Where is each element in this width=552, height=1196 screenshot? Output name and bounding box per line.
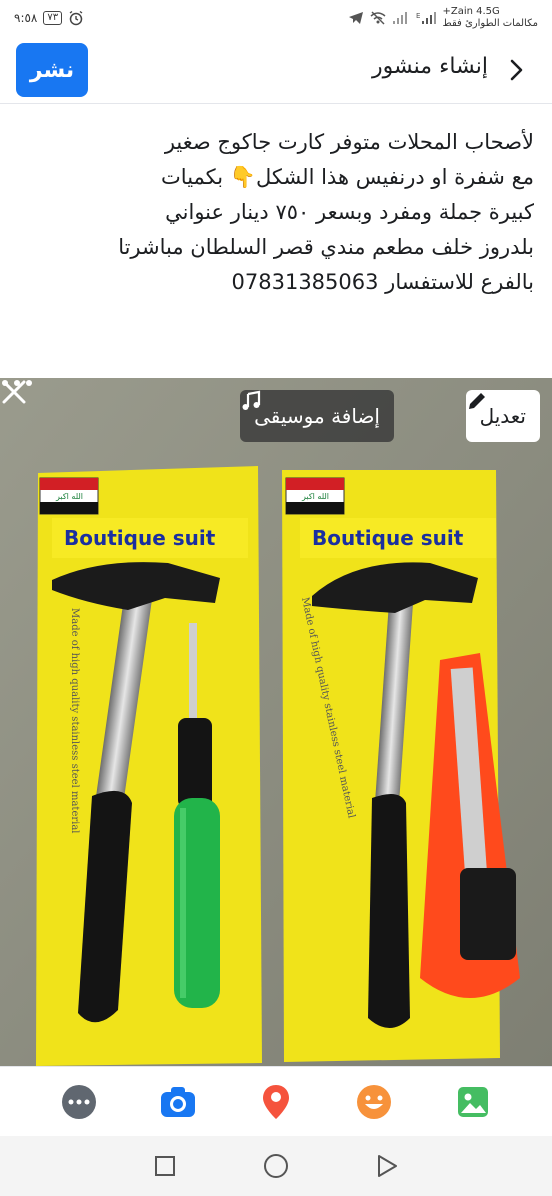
left-card-side-text: Made of high quality stainless steel mat… <box>69 608 80 834</box>
recents-icon[interactable] <box>153 1154 177 1178</box>
signal-e-icon: E <box>416 12 437 24</box>
back-arrow-icon[interactable] <box>502 56 530 84</box>
post-text-input[interactable]: لأصحاب المحلات متوفر كارت جاكوج صغير مع … <box>14 125 534 300</box>
music-label: إضافة موسيقى <box>254 404 380 428</box>
svg-text:الله اكبر: الله اكبر <box>301 492 329 501</box>
status-right: E Zain 4.5G+ مكالمات الطوارئ فقط <box>348 6 538 30</box>
post-line: مع شفرة او درنفيس هذا الشكل👇 بكميات <box>161 165 534 189</box>
camera-icon <box>160 1086 195 1117</box>
edit-button[interactable]: تعديل <box>465 390 540 442</box>
attached-photo[interactable]: الله اكبر Boutique suit Made of high qua… <box>0 378 552 1066</box>
left-card-brand: Boutique suit <box>64 526 216 550</box>
signal-icon <box>393 12 408 24</box>
product-photo: الله اكبر Boutique suit Made of high qua… <box>0 378 552 1066</box>
page-title: إنشاء منشور <box>372 54 488 79</box>
location-tool[interactable] <box>256 1082 296 1122</box>
telegram-icon <box>349 12 364 24</box>
status-time: ٩:٥٨ <box>14 11 38 25</box>
right-card-brand: Boutique suit <box>312 526 464 550</box>
home-icon[interactable] <box>262 1152 290 1180</box>
more-tool[interactable] <box>59 1082 99 1122</box>
close-icon[interactable] <box>0 378 28 406</box>
back-icon[interactable] <box>375 1153 399 1179</box>
music-note-icon <box>242 390 261 410</box>
app-root: ٩:٥٨ ٧٣ E Zain 4.5G+ مكالمات الطوارئ فقط… <box>0 0 552 1196</box>
carrier-sub: مكالمات الطوارئ فقط <box>442 18 538 29</box>
svg-text:الله اكبر: الله اكبر <box>55 492 83 501</box>
svg-text:E: E <box>416 12 420 20</box>
more-icon <box>62 1084 97 1119</box>
post-line: بلدروز خلف مطعم مندي قصر السلطان مباشرتا <box>118 235 534 259</box>
carrier-info: Zain 4.5G+ مكالمات الطوارئ فقط <box>442 6 538 30</box>
carrier-name: Zain 4.5G+ <box>442 6 500 17</box>
no-wifi-icon <box>370 11 386 25</box>
status-bar: ٩:٥٨ ٧٣ E Zain 4.5G+ مكالمات الطوارئ فقط <box>0 0 552 36</box>
alarm-icon <box>69 10 83 26</box>
add-music-button[interactable]: إضافة موسيقى <box>240 390 394 442</box>
post-line: لأصحاب المحلات متوفر كارت جاكوج صغير <box>164 130 534 154</box>
emoji-icon <box>357 1084 392 1119</box>
post-line: بالفرع للاستفسار 07831385063 <box>231 270 534 294</box>
status-left: ٩:٥٨ ٧٣ <box>14 10 84 26</box>
post-button[interactable]: نشر <box>16 43 88 97</box>
photo-tool[interactable] <box>453 1082 493 1122</box>
left-card: الله اكبر Boutique suit Made of high qua… <box>36 466 262 1066</box>
post-line: كبيرة جملة ومفرد وبسعر ٧٥٠ دينار عنواني <box>165 200 534 224</box>
camera-tool[interactable] <box>158 1082 198 1122</box>
pencil-icon <box>468 393 485 409</box>
composer-toolbar <box>0 1066 552 1136</box>
emoji-tool[interactable] <box>354 1082 394 1122</box>
battery-indicator: ٧٣ <box>43 11 63 25</box>
photo-icon <box>457 1086 488 1117</box>
location-icon <box>262 1084 289 1119</box>
header: نشر إنشاء منشور <box>0 38 552 104</box>
system-nav-bar <box>0 1136 552 1196</box>
right-card: الله اكبر Boutique suit Made of high qua… <box>282 470 520 1062</box>
